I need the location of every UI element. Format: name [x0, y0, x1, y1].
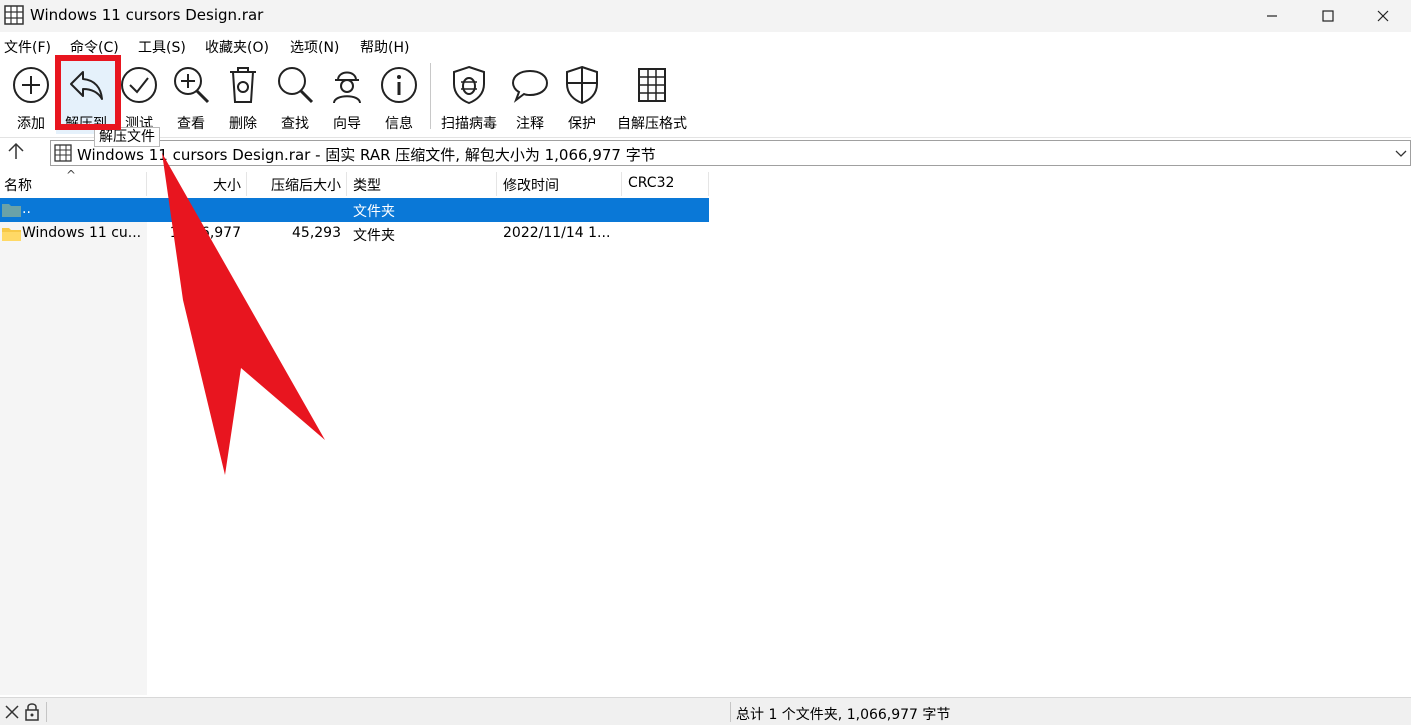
- column-packed[interactable]: 压缩后大小: [247, 172, 347, 196]
- address-field[interactable]: Windows 11 cursors Design.rar - 固实 RAR 压…: [50, 140, 1411, 166]
- delete-icon: [230, 67, 256, 103]
- add-label: 添加: [17, 116, 45, 132]
- file-list: 名称 ^ 大小 压缩后大小 类型 修改时间 CRC32 .. 文件夹 Windo…: [0, 168, 1411, 695]
- row-type: 文件夹: [353, 228, 395, 244]
- menu-file[interactable]: 文件(F): [4, 37, 51, 57]
- up-folder-button[interactable]: [4, 140, 34, 164]
- sfx-label: 自解压格式: [617, 116, 687, 132]
- menu-commands[interactable]: 命令(C): [70, 37, 119, 57]
- status-summary: 总计 1 个文件夹, 1,066,977 字节: [736, 707, 951, 723]
- menu-tools[interactable]: 工具(S): [138, 37, 186, 57]
- minimize-button[interactable]: [1244, 0, 1300, 32]
- status-separator: [730, 702, 731, 722]
- menu-options[interactable]: 选项(N): [290, 37, 339, 57]
- info-icon: [381, 67, 417, 103]
- row-size: 1,066,977: [169, 225, 241, 241]
- winrar-app-icon[interactable]: [4, 5, 24, 25]
- sfx-icon: [638, 68, 666, 102]
- table-row[interactable]: .. 文件夹: [0, 198, 709, 222]
- address-bar: Windows 11 cursors Design.rar - 固实 RAR 压…: [0, 137, 1411, 167]
- add-button[interactable]: 添加: [1, 60, 61, 134]
- wizard-icon: [333, 71, 361, 104]
- close-button[interactable]: [1355, 0, 1411, 32]
- annotation-highlight-box: [55, 55, 121, 130]
- virus-scan-button[interactable]: 扫描病毒: [437, 60, 501, 134]
- find-label: 查找: [281, 116, 309, 132]
- menu-help[interactable]: 帮助(H): [360, 37, 409, 57]
- view-label: 查看: [177, 116, 205, 132]
- sort-ascending-icon: ^: [66, 168, 77, 182]
- info-label: 信息: [385, 116, 413, 132]
- virus-scan-icon: [453, 65, 485, 105]
- address-text: Windows 11 cursors Design.rar - 固实 RAR 压…: [77, 146, 656, 164]
- column-headers: 名称 ^ 大小 压缩后大小 类型 修改时间 CRC32: [0, 168, 709, 196]
- wizard-button[interactable]: 向导: [317, 60, 377, 134]
- column-name-label: 名称: [4, 178, 32, 194]
- folder-icon: [2, 228, 21, 241]
- toolbar-separator: [430, 63, 431, 129]
- table-row[interactable]: Windows 11 cu... 1,066,977 45,293 文件夹 20…: [0, 222, 709, 246]
- status-bar: 总计 1 个文件夹, 1,066,977 字节: [0, 697, 1411, 725]
- column-type[interactable]: 类型: [347, 172, 497, 196]
- wizard-label: 向导: [333, 116, 361, 132]
- row-name: Windows 11 cu...: [22, 225, 142, 241]
- column-size[interactable]: 大小: [147, 172, 247, 196]
- maximize-icon: [1322, 10, 1334, 22]
- minimize-icon: [1267, 15, 1277, 17]
- virus-scan-label: 扫描病毒: [441, 116, 497, 132]
- archive-icon: [54, 144, 72, 162]
- delete-label: 删除: [229, 116, 257, 132]
- protect-button[interactable]: 保护: [552, 60, 612, 134]
- find-button[interactable]: 查找: [265, 60, 325, 134]
- row-modified: 2022/11/14 1...: [503, 225, 611, 241]
- comment-icon: [511, 69, 549, 103]
- lock-icon[interactable]: [24, 702, 40, 721]
- row-type: 文件夹: [353, 204, 395, 220]
- sfx-button[interactable]: 自解压格式: [612, 60, 692, 134]
- comment-label: 注释: [516, 116, 544, 132]
- view-button[interactable]: 查看: [161, 60, 221, 134]
- folder-up-icon: [2, 204, 21, 217]
- protect-label: 保护: [568, 116, 596, 132]
- menu-bar: 文件(F) 命令(C) 工具(S) 收藏夹(O) 选项(N) 帮助(H): [0, 33, 1411, 57]
- delete-button[interactable]: 删除: [213, 60, 273, 134]
- close-icon: [1377, 10, 1389, 22]
- status-separator: [46, 702, 47, 722]
- find-icon: [278, 67, 314, 104]
- comment-button[interactable]: 注释: [500, 60, 560, 134]
- column-modified[interactable]: 修改时间: [497, 172, 622, 196]
- name-column-background: [0, 198, 147, 695]
- maximize-button[interactable]: [1300, 0, 1356, 32]
- test-icon: [121, 67, 157, 103]
- menu-favorites[interactable]: 收藏夹(O): [205, 37, 269, 57]
- up-arrow-icon: [8, 142, 24, 159]
- row-name: ..: [22, 201, 31, 217]
- column-crc32[interactable]: CRC32: [622, 172, 709, 196]
- info-button[interactable]: 信息: [369, 60, 429, 134]
- view-icon: [174, 67, 210, 104]
- window-title: Windows 11 cursors Design.rar: [30, 6, 264, 24]
- toolbar: 添加 解压到 测试 查看 删除 查找 向导 信息 扫描病毒 注释 保护 自解压格…: [0, 57, 1411, 136]
- tools-icon[interactable]: [4, 704, 20, 720]
- row-packed: 45,293: [292, 225, 341, 241]
- column-name[interactable]: 名称 ^: [0, 168, 147, 196]
- add-icon: [13, 67, 49, 103]
- extract-tooltip: 解压文件: [94, 127, 160, 147]
- title-bar: Windows 11 cursors Design.rar: [0, 0, 1411, 32]
- chevron-down-icon[interactable]: [1394, 144, 1408, 162]
- protect-icon: [566, 65, 598, 105]
